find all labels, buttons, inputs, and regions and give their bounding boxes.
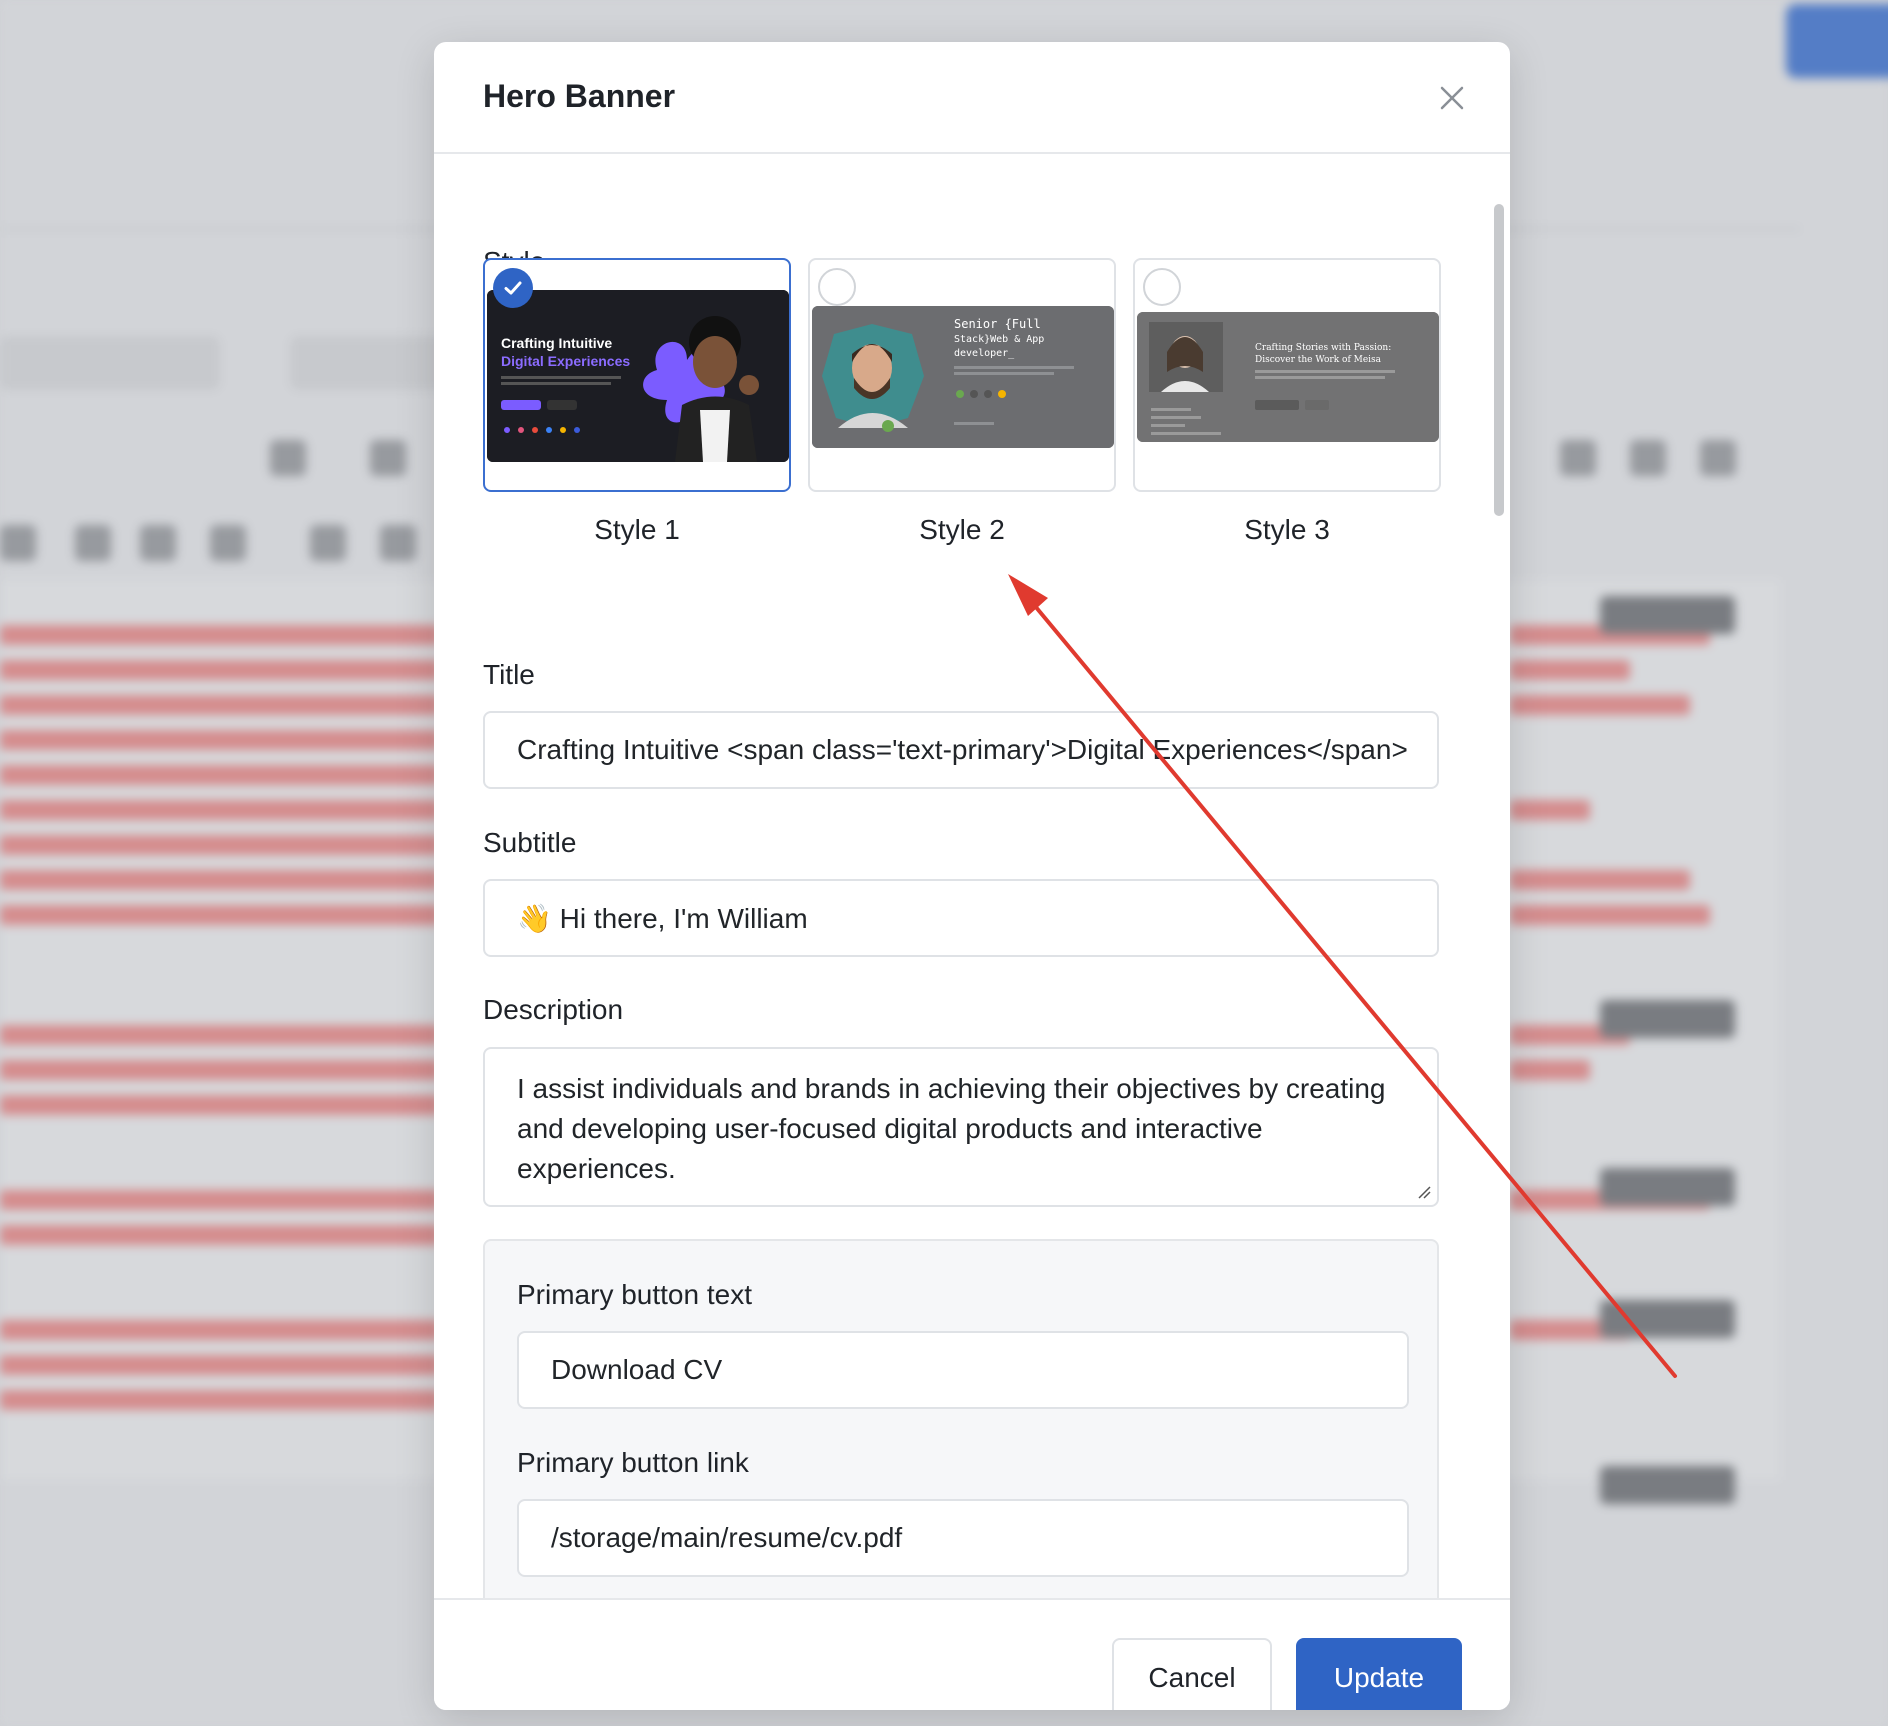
description-label: Description (483, 994, 624, 1025)
selected-check-icon (493, 268, 533, 308)
close-button[interactable] (1434, 80, 1470, 116)
style-3-caption: Style 3 (1244, 514, 1330, 545)
style-1-thumbnail: Crafting Intuitive Digital Experiences (487, 290, 789, 462)
style-2-caption: Style 2 (919, 514, 1005, 545)
style-2-heading-line3: developer_ (954, 348, 1015, 359)
modal-body: Style Crafting Intuitive Digital Experie… (434, 154, 1510, 1598)
primary-button-link-input[interactable]: /storage/main/resume/cv.pdf (517, 1499, 1409, 1577)
style-3-heading-line2: Discover the Work of Meisa (1255, 355, 1382, 365)
modal-header: Hero Banner (434, 42, 1510, 154)
subtitle-label: Subtitle (483, 827, 577, 858)
update-button[interactable]: Update (1296, 1638, 1462, 1710)
style-3-radio[interactable] (1143, 268, 1181, 306)
style-2-radio[interactable] (818, 268, 856, 306)
style-1-heading-line1: Crafting Intuitive (501, 335, 612, 351)
style-3-heading-line1: Crafting Stories with Passion: (1255, 343, 1391, 353)
subtitle-input[interactable]: 👋 Hi there, I'm William (483, 879, 1439, 957)
close-icon (1440, 86, 1464, 110)
scrollbar[interactable] (1494, 204, 1504, 516)
title-input[interactable]: Crafting Intuitive <span class='text-pri… (483, 711, 1439, 789)
style-1-caption: Style 1 (594, 514, 680, 545)
style-option-2[interactable]: Senior {Full Stack}Web & App developer_ (808, 258, 1116, 492)
style-2-thumbnail: Senior {Full Stack}Web & App developer_ (812, 306, 1114, 448)
background-tab (0, 336, 220, 390)
hero-banner-modal: Hero Banner Style Crafting Intuitive Dig… (434, 42, 1510, 1710)
style-3-thumbnail: Crafting Stories with Passion: Discover … (1137, 312, 1439, 442)
resize-grip-icon[interactable] (1417, 1185, 1431, 1199)
description-text: I assist individuals and brands in achie… (517, 1073, 1386, 1184)
style-2-heading-line1: Senior {Full (954, 317, 1041, 331)
title-label: Title (483, 659, 535, 690)
modal-footer: Cancel Update (434, 1598, 1510, 1710)
primary-button-text-label: Primary button text (517, 1279, 752, 1310)
modal-title: Hero Banner (483, 78, 676, 114)
background-tab (290, 336, 450, 390)
primary-button-text-input[interactable]: Download CV (517, 1331, 1409, 1409)
style-option-1[interactable]: Crafting Intuitive Digital Experiences (483, 258, 791, 492)
primary-button-panel: Primary button text Download CV Primary … (483, 1239, 1439, 1598)
background-top-button (1786, 4, 1888, 78)
style-1-heading-line2: Digital Experiences (501, 353, 630, 369)
description-textarea[interactable]: I assist individuals and brands in achie… (483, 1047, 1439, 1207)
style-option-3[interactable]: Crafting Stories with Passion: Discover … (1133, 258, 1441, 492)
primary-button-link-label: Primary button link (517, 1447, 749, 1478)
style-2-heading-line2: Stack}Web & App (954, 334, 1044, 345)
cancel-button[interactable]: Cancel (1112, 1638, 1272, 1710)
